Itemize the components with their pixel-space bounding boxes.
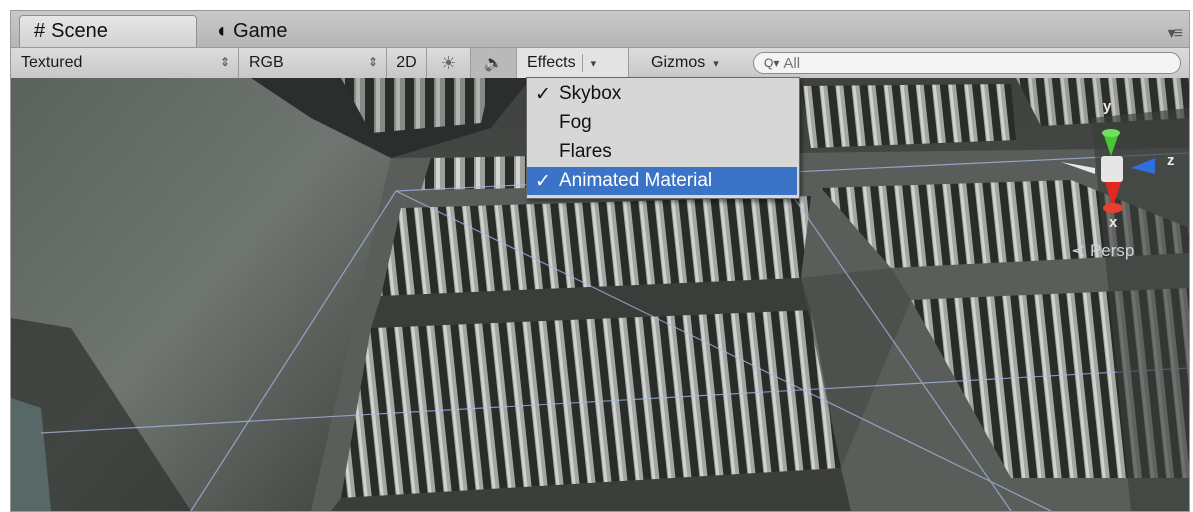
chevron-down-icon: ▾	[713, 57, 719, 70]
effects-menu: ✓ Skybox Fog Flares ✓ Animated Material	[526, 77, 800, 199]
tab-scene[interactable]: # Scene	[19, 15, 197, 47]
separator	[581, 54, 583, 72]
draw-mode-dropdown[interactable]: Textured ⇕	[11, 48, 239, 78]
effects-item-label: Fog	[559, 112, 592, 133]
lighting-toggle-button[interactable]: ☀	[427, 48, 471, 78]
effects-item-animated-material[interactable]: ✓ Animated Material	[527, 167, 797, 195]
effects-item-label: Animated Material	[559, 170, 713, 191]
persp-text: Persp	[1089, 241, 1135, 260]
checkmark-icon: ✓	[535, 170, 551, 192]
tab-game-label: Game	[233, 19, 288, 42]
scene-toolbar: Textured ⇕ RGB ⇕ 2D ☀ 🔊 Effects ▾ Gizmos…	[11, 47, 1189, 79]
persp-marker: ≺	[1071, 241, 1090, 260]
effects-item-flares[interactable]: Flares	[527, 138, 797, 166]
gizmo-y-label: y	[1103, 98, 1112, 115]
updown-arrows-icon: ⇕	[367, 55, 378, 69]
effects-item-label: Skybox	[559, 83, 622, 104]
effects-item-skybox[interactable]: ✓ Skybox	[527, 80, 797, 108]
tab-strip: # Scene ◖ Game ▾≡	[11, 11, 1189, 47]
speaker-icon: 🔊	[483, 55, 504, 72]
tab-game[interactable]: ◖ Game	[201, 15, 361, 47]
gizmos-dropdown[interactable]: Gizmos ▾	[629, 48, 747, 78]
search-icon: Q▾	[764, 56, 780, 70]
search-placeholder: All	[783, 54, 801, 72]
hash-icon: #	[34, 20, 46, 42]
scene-window: # Scene ◖ Game ▾≡ Textured ⇕ RGB ⇕ 2D ☀ …	[10, 10, 1190, 512]
window-menu-icon[interactable]: ▾≡	[1168, 23, 1183, 43]
chevron-down-icon: ▾	[590, 57, 597, 70]
render-mode-dropdown[interactable]: RGB ⇕	[239, 48, 387, 78]
effects-item-label: Flares	[559, 141, 612, 162]
search-input[interactable]: Q▾ All	[753, 52, 1181, 74]
checkmark-icon: ✓	[535, 83, 551, 105]
gizmo-z-label: z	[1167, 152, 1175, 169]
persp-label[interactable]: ≺ Persp	[1071, 241, 1134, 261]
gizmo-x-label: x	[1109, 214, 1118, 231]
tab-scene-label: Scene	[51, 20, 108, 42]
gizmos-label: Gizmos	[651, 54, 706, 71]
toggle-2d-label: 2D	[396, 54, 417, 71]
updown-arrows-icon: ⇕	[219, 55, 230, 69]
effects-dropdown[interactable]: Effects ▾	[517, 48, 629, 78]
toggle-2d-button[interactable]: 2D	[387, 48, 427, 78]
audio-toggle-button[interactable]: 🔊	[471, 48, 517, 78]
pacman-icon: ◖	[215, 19, 228, 42]
draw-mode-label: Textured	[21, 54, 83, 71]
sun-icon: ☀	[440, 52, 457, 73]
effects-item-fog[interactable]: Fog	[527, 109, 797, 137]
render-mode-label: RGB	[249, 54, 284, 71]
effects-label: Effects	[527, 54, 576, 71]
